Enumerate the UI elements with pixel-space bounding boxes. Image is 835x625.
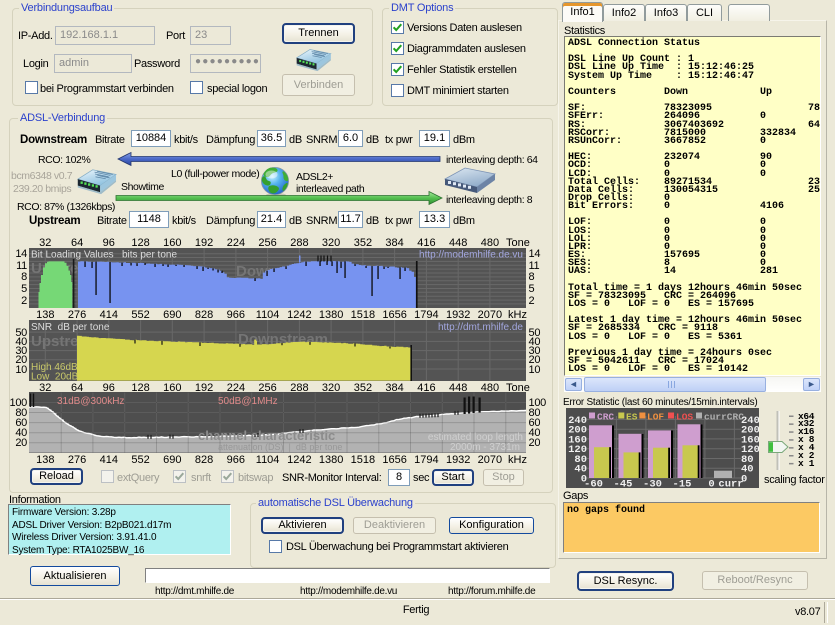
svg-text:currCRC: currCRC (704, 412, 744, 423)
svg-text:CRC: CRC (597, 412, 614, 423)
svg-text:50dB@1MHz: 50dB@1MHz (218, 396, 278, 407)
svg-text:31dB@300kHz: 31dB@300kHz (57, 396, 124, 407)
svg-text:Low 20dB: Low 20dB (31, 372, 79, 382)
svg-text:LOS: LOS (676, 412, 693, 423)
svg-text:2000m - 3731m: 2000m - 3731m (450, 442, 520, 453)
svg-text:0: 0 (708, 479, 714, 489)
svg-text:-45: -45 (614, 479, 633, 489)
svg-text:LOF: LOF (647, 412, 664, 423)
svg-text:-30: -30 (643, 479, 662, 489)
svg-text:-60: -60 (584, 479, 603, 489)
svg-text:curr: curr (718, 479, 743, 489)
svg-text:ES: ES (626, 412, 638, 423)
svg-text:http://dmt.mhilfe.de: http://dmt.mhilfe.de (438, 322, 523, 333)
svg-text:SNR dB per tone: SNR dB per tone (31, 322, 110, 333)
svg-text:-15: -15 (673, 479, 692, 489)
svg-text:Bit Loading Values bits per: Bit Loading Values bits per tone (31, 250, 177, 261)
svg-text:channel characteristic: channel characteristic (198, 428, 335, 443)
svg-text:http://modemhilfe.de.vu: http://modemhilfe.de.vu (419, 250, 523, 261)
svg-text:attenuation (DS) | dB per to: attenuation (DS) | dB per tone (218, 442, 342, 452)
